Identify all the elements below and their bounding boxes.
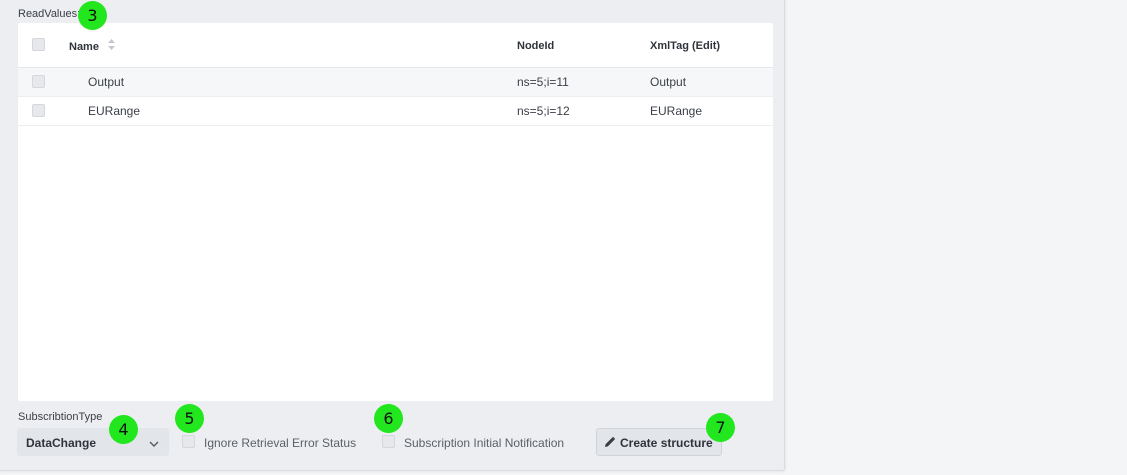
row-name: EURange	[88, 104, 141, 118]
row-xmltag[interactable]: Output	[650, 75, 686, 89]
pencil-icon	[604, 436, 616, 451]
subscription-initial-notification-checkbox[interactable]	[382, 435, 395, 448]
subscription-type-label: SubscribtionType	[18, 411, 103, 423]
read-values-label: ReadValues:	[18, 8, 81, 20]
column-header-name[interactable]: Name	[69, 39, 116, 54]
table-header: Name NodeId XmlTag (Edit)	[18, 23, 773, 68]
annotation-marker-5: 5	[175, 404, 204, 433]
table-row[interactable]: Output ns=5;i=11 Output	[18, 68, 773, 97]
ignore-retrieval-error-status-label: Ignore Retrieval Error Status	[204, 436, 357, 450]
row-name: Output	[88, 75, 125, 89]
subscription-type-select[interactable]: DataChange	[17, 428, 169, 456]
select-all-checkbox[interactable]	[32, 38, 45, 51]
chevron-down-icon	[149, 437, 159, 451]
row-checkbox[interactable]	[32, 75, 45, 88]
annotation-marker-3: 3	[78, 1, 107, 30]
subscription-initial-notification-label: Subscription Initial Notification	[404, 436, 565, 450]
annotation-marker-4: 4	[109, 415, 138, 444]
row-xmltag[interactable]: EURange	[650, 104, 702, 118]
column-header-nodeid[interactable]: NodeId	[517, 40, 554, 52]
column-header-xmltag[interactable]: XmlTag (Edit)	[650, 40, 720, 52]
create-structure-label: Create structure	[620, 436, 713, 450]
ignore-retrieval-error-status-checkbox[interactable]	[182, 435, 195, 448]
create-structure-button[interactable]: Create structure	[596, 428, 722, 456]
column-header-name-label: Name	[69, 40, 99, 53]
row-checkbox[interactable]	[32, 104, 45, 117]
read-values-panel: ReadValues: Name NodeId XmlTag (Edit) Ou…	[0, 0, 785, 471]
table-row[interactable]: EURange ns=5;i=12 EURange	[18, 97, 773, 126]
read-values-table: Name NodeId XmlTag (Edit) Output ns=5;i=…	[18, 23, 773, 401]
row-nodeid: ns=5;i=11	[517, 75, 569, 89]
annotation-marker-7: 7	[706, 413, 735, 442]
sort-icon[interactable]	[108, 39, 116, 53]
row-nodeid: ns=5;i=12	[517, 104, 570, 118]
annotation-marker-6: 6	[374, 404, 403, 433]
subscription-type-value: DataChange	[26, 436, 97, 450]
